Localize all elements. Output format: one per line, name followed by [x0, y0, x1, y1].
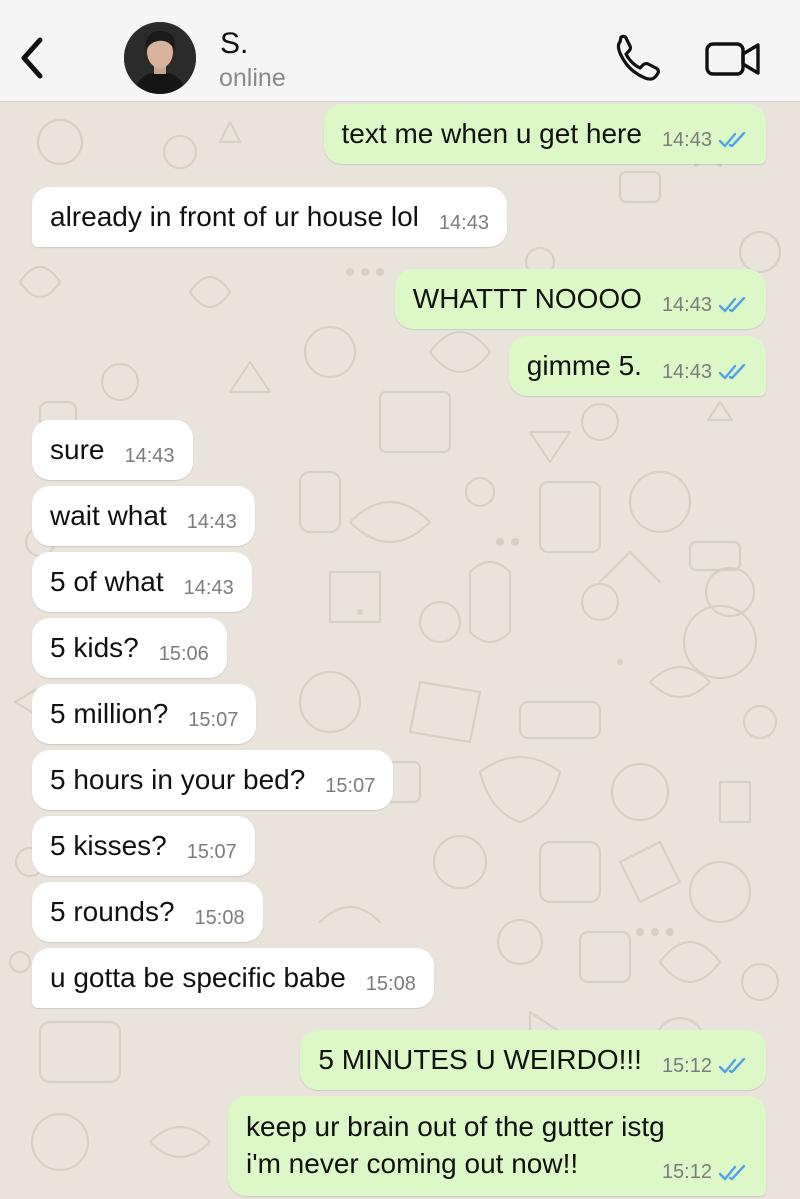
chevron-left-icon	[21, 37, 43, 79]
message-text: 5 MINUTES U WEIRDO!!!	[318, 1044, 642, 1075]
message-text: WHATTT NOOOO	[412, 283, 642, 314]
message-outgoing[interactable]: gimme 5. 14:43	[508, 336, 766, 396]
message-incoming[interactable]: already in front of ur house lol 14:43	[32, 187, 507, 247]
message-incoming[interactable]: 5 hours in your bed? 15:07	[32, 750, 394, 810]
message-time: 15:12	[661, 1054, 712, 1077]
contact-status: online	[219, 64, 286, 92]
message-text: 5 of what	[50, 566, 164, 597]
message-time: 14:43	[183, 576, 234, 599]
message-incoming[interactable]: 5 million? 15:07	[32, 684, 257, 744]
message-time: 15:07	[188, 708, 239, 731]
message-time: 15:06	[158, 642, 209, 665]
message-outgoing[interactable]: WHATTT NOOOO 14:43	[394, 269, 766, 329]
message-incoming[interactable]: u gotta be specific babe 15:08	[32, 948, 434, 1008]
video-camera-icon	[705, 42, 760, 76]
message-time: 14:43	[186, 510, 237, 533]
double-check-icon	[718, 132, 746, 148]
back-button[interactable]	[14, 34, 54, 82]
avatar-photo	[124, 22, 196, 94]
message-time: 15:12	[661, 1161, 712, 1183]
message-time: 15:07	[325, 774, 376, 797]
chat-header: S. online	[0, 0, 800, 102]
message-text: 5 kisses?	[50, 830, 167, 861]
message-text: gimme 5.	[526, 350, 642, 381]
message-outgoing[interactable]: text me when u get here 14:43	[323, 104, 766, 164]
double-check-icon	[718, 297, 746, 313]
message-incoming[interactable]: 5 kisses? 15:07	[32, 816, 255, 876]
message-text: 5 million?	[50, 698, 169, 729]
message-text: text me when u get here	[341, 118, 642, 149]
message-incoming[interactable]: 5 kids? 15:06	[32, 618, 227, 678]
message-time: 14:43	[661, 293, 712, 316]
video-call-button[interactable]	[704, 38, 762, 80]
message-text: sure	[50, 434, 105, 465]
message-incoming[interactable]: wait what 14:43	[32, 486, 255, 546]
avatar[interactable]	[124, 22, 196, 94]
message-time: 14:43	[124, 444, 175, 467]
message-text: 5 rounds?	[50, 896, 175, 927]
message-time: 14:43	[661, 128, 712, 151]
message-text: u gotta be specific babe	[50, 962, 346, 993]
message-time: 15:08	[194, 906, 245, 929]
call-button[interactable]	[612, 34, 664, 82]
message-text: wait what	[50, 500, 167, 531]
phone-icon	[616, 34, 660, 81]
message-outgoing[interactable]: 5 MINUTES U WEIRDO!!! 15:12	[300, 1030, 766, 1090]
contact-name[interactable]: S.	[220, 28, 248, 60]
chat-area[interactable]: text me when u get here 14:43 already in…	[0, 102, 800, 1199]
double-check-icon	[718, 1164, 746, 1180]
double-check-icon	[718, 364, 746, 380]
message-text: 5 hours in your bed?	[50, 764, 306, 795]
message-time: 15:07	[186, 840, 237, 863]
message-incoming[interactable]: sure 14:43	[32, 420, 193, 480]
message-text: already in front of ur house lol	[50, 201, 419, 232]
double-check-icon	[718, 1058, 746, 1074]
message-time: 14:43	[438, 211, 489, 234]
message-incoming[interactable]: 5 of what 14:43	[32, 552, 252, 612]
message-incoming[interactable]: 5 rounds? 15:08	[32, 882, 263, 942]
message-time: 14:43	[661, 360, 712, 383]
message-text: 5 kids?	[50, 632, 139, 663]
message-outgoing[interactable]: keep ur brain out of the gutter istg i'm…	[228, 1096, 766, 1196]
message-text-line: keep ur brain out of the gutter istg	[246, 1111, 665, 1142]
message-time: 15:08	[365, 972, 416, 995]
